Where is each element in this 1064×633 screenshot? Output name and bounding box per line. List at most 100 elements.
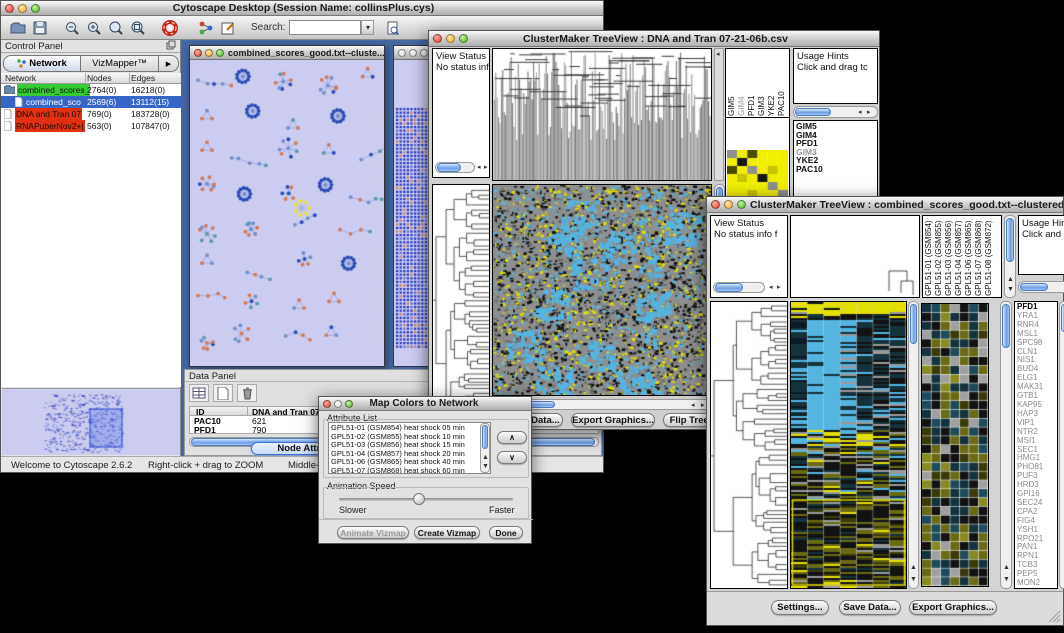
move-down-button[interactable]: ∨ — [497, 451, 527, 464]
scroll-up-icon[interactable]: ▲ — [1003, 564, 1010, 572]
help-lifering-icon[interactable] — [159, 18, 181, 38]
search-input[interactable] — [289, 20, 361, 35]
scroll-up-icon[interactable]: ▲ — [910, 564, 917, 572]
new-attribute-icon[interactable] — [213, 384, 233, 402]
float-panel-icon[interactable] — [166, 37, 176, 55]
save-button[interactable] — [29, 18, 51, 38]
close-button[interactable] — [433, 34, 442, 43]
zoom-fit-icon[interactable] — [127, 18, 149, 38]
minimize-button[interactable] — [205, 49, 213, 57]
scroll-down-icon[interactable]: ▼ — [482, 463, 489, 471]
annotation-icon[interactable] — [217, 18, 239, 38]
search-dropdown-arrow[interactable]: ▾ — [361, 20, 374, 35]
delete-attribute-icon[interactable] — [237, 384, 257, 402]
tv1-correlation-matrix[interactable] — [727, 150, 788, 198]
tab-overflow-button[interactable]: ▶ — [159, 55, 179, 72]
done-button[interactable]: Done — [489, 526, 523, 539]
scroll-left-icon[interactable]: ◂ — [858, 109, 862, 117]
zoom-button[interactable] — [737, 200, 746, 209]
gene-label[interactable]: MON2 — [1017, 579, 1057, 588]
tv2-heatmap-vscrollbar[interactable]: ▲ ▼ — [908, 301, 919, 589]
zoom-button[interactable] — [345, 400, 353, 408]
close-button[interactable] — [194, 49, 202, 57]
network-overview-panel[interactable] — [2, 388, 180, 455]
create-vizmap-button[interactable]: Create Vizmap — [414, 526, 480, 539]
zoom-button[interactable] — [420, 49, 428, 57]
tv2-settings-button[interactable]: Settings... — [771, 600, 829, 615]
tv2-save-data-button[interactable]: Save Data... — [839, 600, 901, 615]
zoom-in-icon[interactable] — [83, 18, 105, 38]
zoom-button[interactable] — [31, 4, 40, 13]
minimize-button[interactable] — [409, 49, 417, 57]
treeview2-titlebar[interactable]: ClusterMaker TreeView : combined_scores_… — [707, 197, 1063, 213]
network-view-icon[interactable] — [195, 18, 217, 38]
scroll-left-icon[interactable]: ◂ — [691, 402, 695, 410]
document-icon — [4, 121, 12, 131]
zoom-selected-icon[interactable] — [105, 18, 127, 38]
animate-vizmap-button[interactable]: Animate Vizmap — [337, 526, 409, 539]
scroll-up-icon[interactable]: ▲ — [1007, 276, 1014, 284]
zoom-button[interactable] — [216, 49, 224, 57]
tv1-export-graphics-button[interactable]: Export Graphics... — [571, 413, 655, 427]
tab-vizmapper[interactable]: VizMapper™ — [81, 55, 159, 72]
attribute-list-item[interactable]: GPL51-07 (GSM868) heat shock 60 min — [331, 467, 488, 474]
zoom-out-icon[interactable] — [61, 18, 83, 38]
tv1-status-scrollbar[interactable] — [435, 162, 475, 173]
tv2-gene-list[interactable]: PFD1YRA1RNR4MSL1SPC98CLN1NIS1BUD4ELG1MAK… — [1014, 301, 1058, 589]
minimize-button[interactable] — [18, 4, 27, 13]
tv1-dendro-scroll-strip[interactable]: ◂ — [714, 48, 724, 181]
tv2-column-dendrogram[interactable] — [790, 215, 920, 298]
dialog-titlebar[interactable]: Map Colors to Network — [319, 397, 531, 411]
close-button[interactable] — [711, 200, 720, 209]
minimize-button[interactable] — [446, 34, 455, 43]
resize-grip[interactable] — [1047, 609, 1061, 623]
network-row-dna-tran[interactable]: DNA and Tran 07 769(0) 183728(0) — [1, 108, 181, 120]
tv2-right-vscrollbar[interactable] — [1059, 301, 1064, 589]
tab-network[interactable]: Network — [3, 55, 81, 72]
main-titlebar[interactable]: Cytoscape Desktop (Session Name: collins… — [1, 1, 603, 16]
scroll-right-icon[interactable]: ▸ — [484, 164, 488, 172]
scroll-right-icon[interactable]: ▸ — [701, 402, 705, 410]
attribute-table-icon[interactable] — [189, 384, 209, 402]
network-row-combined-sco-selected[interactable]: combined_sco 2569(6) 13112(15) — [1, 96, 181, 108]
tv1-heatmap[interactable] — [492, 184, 712, 396]
open-file-button[interactable] — [7, 18, 29, 38]
close-button[interactable] — [323, 400, 331, 408]
search-options-icon[interactable] — [382, 18, 404, 38]
tv1-usage-scrollbar[interactable]: ◂ ▸ — [793, 106, 878, 118]
minimize-button[interactable] — [724, 200, 733, 209]
treeview1-titlebar[interactable]: ClusterMaker TreeView : DNA and Tran 07-… — [429, 31, 879, 47]
tv2-heatmap[interactable] — [790, 301, 907, 589]
scroll-right-icon[interactable]: ▸ — [867, 109, 871, 117]
network-row-combined-scores[interactable]: combined_scores_ 2764(0) 16218(0) — [1, 84, 181, 96]
tv2-status-scrollbar[interactable] — [713, 282, 765, 293]
network-overview-canvas[interactable] — [2, 389, 178, 455]
network-row-rnapuber[interactable]: RNAPuberNov2+| 563(0) 107847(0) — [1, 120, 181, 132]
scroll-down-icon[interactable]: ▼ — [910, 576, 917, 584]
move-up-button[interactable]: ∧ — [497, 431, 527, 444]
tv2-usage-scrollbar[interactable] — [1018, 281, 1064, 293]
close-button[interactable] — [5, 4, 14, 13]
scroll-left-icon[interactable]: ◂ — [769, 284, 773, 292]
animation-speed-slider-track[interactable] — [339, 498, 513, 501]
tv2-row-dendrogram[interactable] — [710, 301, 788, 589]
scroll-down-icon[interactable]: ▼ — [1003, 576, 1010, 584]
minimize-button[interactable] — [334, 400, 342, 408]
animation-speed-slider-thumb[interactable] — [413, 493, 425, 505]
scroll-up-icon[interactable]: ▲ — [482, 454, 489, 462]
scroll-right-icon[interactable]: ▸ — [777, 284, 781, 292]
tv2-labels-vscrollbar[interactable]: ▲ ▼ — [1004, 215, 1016, 298]
tv1-column-dendrogram[interactable] — [492, 48, 712, 181]
tv2-export-graphics-button[interactable]: Export Graphics... — [909, 600, 997, 615]
network-graph-canvas[interactable] — [190, 60, 384, 366]
network-view-titlebar[interactable]: combined_scores_good.txt--cluste... — [190, 46, 384, 60]
close-button[interactable] — [398, 49, 406, 57]
attribute-list-scrollbar[interactable]: ▲ ▼ — [480, 423, 490, 473]
scroll-down-icon[interactable]: ▼ — [1007, 286, 1014, 294]
tv1-row-dendrogram[interactable] — [432, 184, 490, 429]
tv2-genes-vscrollbar[interactable]: ▲ ▼ — [1000, 301, 1012, 589]
scroll-left-icon[interactable]: ◂ — [477, 164, 481, 172]
zoom-button[interactable] — [459, 34, 468, 43]
tv2-zoom-heatmap[interactable] — [921, 303, 989, 587]
attribute-list[interactable]: GPL51-01 (GSM854) heat shock 05 minGPL51… — [328, 422, 491, 474]
